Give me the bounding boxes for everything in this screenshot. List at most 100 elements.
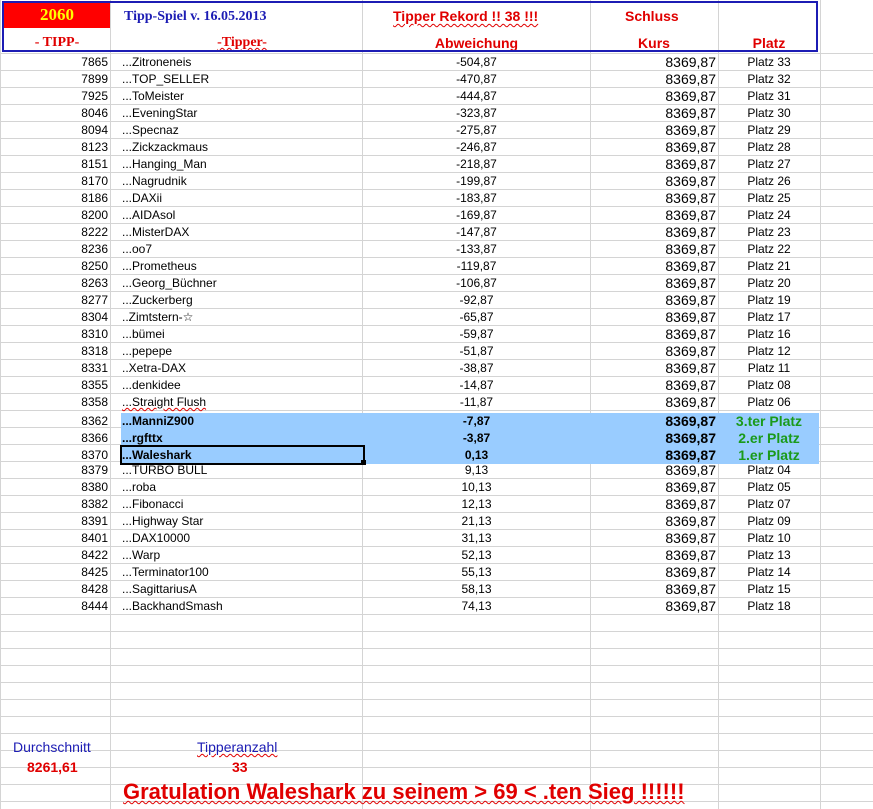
tipp-cell[interactable]: 8186: [0, 190, 108, 207]
kurs-cell[interactable]: 8369,87: [590, 275, 716, 292]
kurs-cell[interactable]: 8369,87: [590, 173, 716, 190]
abweichung-cell[interactable]: 74,13: [363, 598, 590, 615]
abweichung-cell[interactable]: -470,87: [363, 71, 590, 88]
tipp-cell[interactable]: 8123: [0, 139, 108, 156]
tipper-cell[interactable]: ...roba: [122, 479, 156, 496]
tipper-cell[interactable]: ...DAX10000: [122, 530, 190, 547]
tipp-cell[interactable]: 8425: [0, 564, 108, 581]
platz-cell[interactable]: Platz 29: [719, 122, 819, 139]
kurs-cell[interactable]: 8369,87: [590, 224, 716, 241]
tipp-cell[interactable]: 8362: [0, 413, 108, 430]
tipper-cell[interactable]: ...Hanging_Man: [122, 156, 207, 173]
kurs-cell[interactable]: 8369,87: [590, 88, 716, 105]
abweichung-cell[interactable]: 31,13: [363, 530, 590, 547]
tipper-cell[interactable]: ...SagittariusA: [122, 581, 197, 598]
platz-cell[interactable]: Platz 14: [719, 564, 819, 581]
tipp-cell[interactable]: 8355: [0, 377, 108, 394]
kurs-cell[interactable]: 8369,87: [590, 309, 716, 326]
kurs-cell[interactable]: 8369,87: [590, 190, 716, 207]
tipp-cell[interactable]: 8200: [0, 207, 108, 224]
abweichung-cell[interactable]: -275,87: [363, 122, 590, 139]
kurs-cell[interactable]: 8369,87: [590, 139, 716, 156]
platz-cell[interactable]: Platz 28: [719, 139, 819, 156]
abweichung-cell[interactable]: -323,87: [363, 105, 590, 122]
abweichung-cell[interactable]: 52,13: [363, 547, 590, 564]
tipper-cell[interactable]: ...Straight Flush: [122, 394, 206, 411]
abweichung-cell[interactable]: -199,87: [363, 173, 590, 190]
abweichung-cell[interactable]: 12,13: [363, 496, 590, 513]
tipper-cell[interactable]: ...Warp: [122, 547, 160, 564]
abweichung-cell[interactable]: 21,13: [363, 513, 590, 530]
platz-cell[interactable]: Platz 05: [719, 479, 819, 496]
platz-cell[interactable]: Platz 25: [719, 190, 819, 207]
kurs-cell[interactable]: 8369,87: [590, 496, 716, 513]
platz-cell[interactable]: Platz 21: [719, 258, 819, 275]
tipper-cell[interactable]: ...oo7: [122, 241, 152, 258]
selected-cell[interactable]: [120, 445, 365, 465]
tipp-cell[interactable]: 8401: [0, 530, 108, 547]
kurs-cell[interactable]: 8369,87: [590, 547, 716, 564]
abweichung-cell[interactable]: -504,87: [363, 54, 590, 71]
platz-cell[interactable]: Platz 18: [719, 598, 819, 615]
tipper-cell[interactable]: ...denkidee: [122, 377, 181, 394]
fill-handle[interactable]: [361, 460, 366, 465]
tipper-cell[interactable]: ...MisterDAX: [122, 224, 189, 241]
tipp-cell[interactable]: 8236: [0, 241, 108, 258]
tipper-cell[interactable]: ...Zuckerberg: [122, 292, 193, 309]
tipp-cell[interactable]: 8277: [0, 292, 108, 309]
abweichung-cell[interactable]: -106,87: [363, 275, 590, 292]
abweichung-cell[interactable]: -246,87: [363, 139, 590, 156]
tipp-cell[interactable]: 8250: [0, 258, 108, 275]
tipp-cell[interactable]: 8318: [0, 343, 108, 360]
abweichung-cell[interactable]: -3,87: [363, 430, 590, 447]
platz-cell[interactable]: Platz 09: [719, 513, 819, 530]
abweichung-cell[interactable]: -119,87: [363, 258, 590, 275]
abweichung-cell[interactable]: -14,87: [363, 377, 590, 394]
kurs-cell[interactable]: 8369,87: [590, 360, 716, 377]
platz-cell[interactable]: Platz 07: [719, 496, 819, 513]
tipper-cell[interactable]: ...pepepe: [122, 343, 172, 360]
tipper-cell[interactable]: ...Terminator100: [122, 564, 209, 581]
abweichung-cell[interactable]: 58,13: [363, 581, 590, 598]
tipp-cell[interactable]: 8310: [0, 326, 108, 343]
kurs-cell[interactable]: 8369,87: [590, 413, 716, 430]
platz-cell[interactable]: Platz 13: [719, 547, 819, 564]
tipper-cell[interactable]: ...Zickzackmaus: [122, 139, 208, 156]
tipper-cell[interactable]: ...Georg_Büchner: [122, 275, 217, 292]
tipp-cell[interactable]: 8391: [0, 513, 108, 530]
tipper-cell[interactable]: ...Highway Star: [122, 513, 203, 530]
tipp-cell[interactable]: 8366: [0, 430, 108, 447]
abweichung-cell[interactable]: -183,87: [363, 190, 590, 207]
kurs-cell[interactable]: 8369,87: [590, 292, 716, 309]
kurs-cell[interactable]: 8369,87: [590, 326, 716, 343]
platz-cell[interactable]: Platz 23: [719, 224, 819, 241]
abweichung-cell[interactable]: -92,87: [363, 292, 590, 309]
tipp-cell[interactable]: 8151: [0, 156, 108, 173]
tipper-cell[interactable]: ..Zimtstern-☆: [122, 309, 193, 326]
tipper-cell[interactable]: ...AIDAsol: [122, 207, 175, 224]
tipp-cell[interactable]: 8222: [0, 224, 108, 241]
kurs-cell[interactable]: 8369,87: [590, 343, 716, 360]
tipper-cell[interactable]: ...bümei: [122, 326, 165, 343]
abweichung-cell[interactable]: 10,13: [363, 479, 590, 496]
platz-cell[interactable]: Platz 31: [719, 88, 819, 105]
abweichung-cell[interactable]: -59,87: [363, 326, 590, 343]
platz-cell[interactable]: 2.er Platz: [719, 430, 819, 447]
kurs-cell[interactable]: 8369,87: [590, 479, 716, 496]
tipper-cell[interactable]: ...Fibonacci: [122, 496, 183, 513]
abweichung-cell[interactable]: -11,87: [363, 394, 590, 411]
tipper-cell[interactable]: ...BackhandSmash: [122, 598, 223, 615]
tipper-cell[interactable]: ...Nagrudnik: [122, 173, 187, 190]
platz-cell[interactable]: 3.ter Platz: [719, 413, 819, 430]
kurs-cell[interactable]: 8369,87: [590, 598, 716, 615]
abweichung-cell[interactable]: -218,87: [363, 156, 590, 173]
tipp-cell[interactable]: 8046: [0, 105, 108, 122]
tipper-cell[interactable]: ..Xetra-DAX: [122, 360, 186, 377]
platz-cell[interactable]: Platz 10: [719, 530, 819, 547]
tipper-cell[interactable]: ...ToMeister: [122, 88, 184, 105]
tipp-cell[interactable]: 7865: [0, 54, 108, 71]
abweichung-cell[interactable]: -38,87: [363, 360, 590, 377]
platz-cell[interactable]: Platz 06: [719, 394, 819, 411]
kurs-cell[interactable]: 8369,87: [590, 430, 716, 447]
platz-cell[interactable]: Platz 33: [719, 54, 819, 71]
